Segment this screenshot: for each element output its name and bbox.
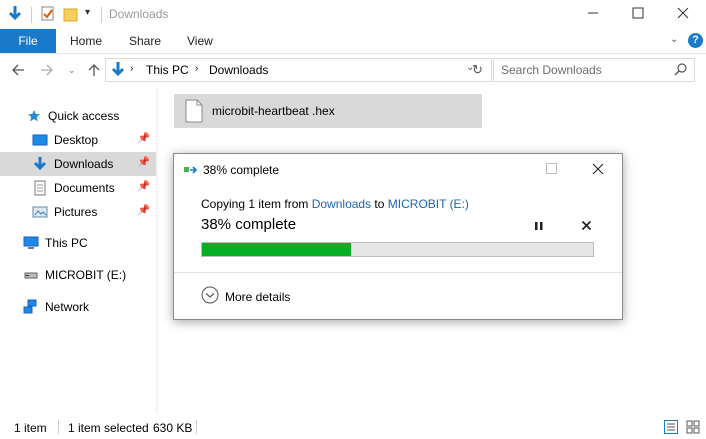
- more-details-label: More details: [225, 289, 291, 304]
- list-item[interactable]: microbit-heartbeat .hex: [174, 94, 482, 128]
- tab-file[interactable]: File: [0, 29, 56, 53]
- pause-button[interactable]: [534, 220, 544, 235]
- maximize-button[interactable]: [615, 0, 660, 28]
- breadcrumb-chevron-icon[interactable]: ›: [130, 63, 133, 74]
- sidebar-item-pictures[interactable]: Pictures 📌: [0, 200, 156, 224]
- file-icon: [185, 99, 203, 126]
- chevron-down-circle-icon: [201, 286, 219, 307]
- minimize-icon: [587, 6, 599, 22]
- status-bar: 1 item 1 item selected 630 KB: [0, 416, 706, 439]
- dialog-title: 38% complete: [203, 163, 280, 177]
- forward-arrow-icon[interactable]: [40, 63, 54, 80]
- progress-percent-text: 38% complete: [201, 216, 297, 233]
- pin-icon[interactable]: 📌: [138, 205, 150, 216]
- breadcrumb-downloads[interactable]: Downloads: [209, 63, 268, 77]
- progress-bar: [201, 242, 594, 257]
- new-folder-icon[interactable]: [63, 5, 79, 23]
- close-button[interactable]: [660, 0, 705, 28]
- sidebar-item-label: Desktop: [54, 133, 99, 147]
- up-arrow-icon[interactable]: [87, 63, 101, 80]
- computer-icon: [23, 235, 39, 251]
- customize-toolbar-icon[interactable]: ▾: [85, 7, 90, 18]
- sidebar-item-desktop[interactable]: Desktop 📌: [0, 128, 156, 152]
- pictures-icon: [32, 204, 48, 220]
- selection-size: 630 KB: [153, 421, 193, 435]
- downloads-folder-icon: [7, 5, 23, 23]
- divider: [31, 7, 32, 23]
- pin-icon[interactable]: 📌: [138, 133, 150, 144]
- tab-share[interactable]: Share: [129, 29, 161, 53]
- copy-icon: [183, 163, 199, 180]
- copy-description: Copying 1 item from Downloads to MICROBI…: [201, 197, 469, 211]
- downloads-icon: [32, 156, 48, 172]
- documents-icon: [32, 180, 48, 196]
- sidebar-item-label: Quick access: [48, 109, 120, 123]
- destination-link[interactable]: MICROBIT (E:): [388, 197, 469, 211]
- copy-progress-dialog: 38% complete Copying 1 item from Downloa…: [173, 153, 623, 320]
- details-view-icon[interactable]: [664, 420, 678, 437]
- pin-icon[interactable]: 📌: [138, 181, 150, 192]
- window-title: Downloads: [109, 7, 169, 21]
- dialog-maximize-icon: [546, 163, 557, 177]
- ribbon: File Home Share View ⌄ ?: [0, 29, 706, 54]
- sidebar-item-documents[interactable]: Documents 📌: [0, 176, 156, 200]
- cancel-copy-button[interactable]: [581, 220, 592, 234]
- divider: [58, 420, 59, 434]
- sidebar-item-drive[interactable]: MICROBIT (E:): [0, 263, 156, 287]
- source-link[interactable]: Downloads: [312, 197, 371, 211]
- address-bar[interactable]: › This PC › Downloads ⌄: [105, 58, 492, 82]
- large-icons-view-icon[interactable]: [686, 420, 700, 437]
- item-count: 1 item: [14, 421, 47, 435]
- downloads-location-icon: [110, 61, 126, 82]
- breadcrumb-this-pc[interactable]: This PC: [146, 63, 189, 77]
- selection-summary: 1 item selected: [68, 421, 149, 435]
- tab-home[interactable]: Home: [70, 29, 102, 53]
- maximize-icon: [632, 6, 644, 22]
- usb-drive-icon: [23, 267, 39, 283]
- sidebar-item-label: This PC: [45, 236, 88, 250]
- search-input[interactable]: Search Downloads: [493, 58, 695, 82]
- nav-pane-scrollbar[interactable]: [156, 88, 158, 414]
- network-icon: [23, 299, 39, 315]
- properties-icon[interactable]: [40, 5, 56, 23]
- back-arrow-icon[interactable]: [11, 63, 25, 80]
- sidebar-item-label: Pictures: [54, 205, 98, 219]
- sidebar-item-downloads[interactable]: Downloads 📌: [0, 152, 156, 176]
- desktop-icon: [32, 132, 48, 148]
- navigation-pane: Quick access Desktop 📌 Downloads 📌 Docum…: [0, 88, 158, 408]
- search-placeholder: Search Downloads: [501, 63, 602, 77]
- star-icon: [26, 108, 42, 124]
- sidebar-item-network[interactable]: Network: [0, 295, 156, 319]
- refresh-icon[interactable]: ↻: [472, 62, 483, 78]
- sidebar-item-label: Documents: [54, 181, 115, 195]
- ribbon-expand-chevron-icon[interactable]: ⌄: [670, 34, 678, 45]
- more-details-button[interactable]: More details: [201, 286, 290, 307]
- sidebar-item-label: Downloads: [54, 157, 114, 171]
- divider: [491, 59, 492, 81]
- divider: [196, 420, 197, 434]
- dialog-close-button[interactable]: [592, 163, 604, 178]
- sidebar-item-quick-access[interactable]: Quick access: [0, 104, 156, 128]
- help-icon[interactable]: ?: [688, 33, 703, 48]
- divider: [174, 272, 622, 273]
- sidebar-item-label: Network: [45, 300, 90, 314]
- copy-to-word: to: [371, 197, 388, 211]
- minimize-button[interactable]: [570, 0, 615, 28]
- sidebar-item-this-pc[interactable]: This PC: [0, 231, 156, 255]
- title-bar: ▾ Downloads: [0, 0, 706, 29]
- breadcrumb-chevron-icon[interactable]: ›: [195, 63, 198, 74]
- progress-fill: [202, 243, 351, 256]
- sidebar-item-label: MICROBIT (E:): [45, 268, 127, 282]
- copy-prefix: Copying 1 item from: [201, 197, 312, 211]
- file-name: microbit-heartbeat .hex: [212, 104, 335, 118]
- pin-icon[interactable]: 📌: [138, 157, 150, 168]
- divider: [101, 7, 102, 23]
- recent-locations-chevron-icon[interactable]: ⌄: [68, 65, 76, 76]
- close-icon: [677, 6, 689, 22]
- tab-view[interactable]: View: [187, 29, 213, 53]
- search-icon[interactable]: [674, 62, 688, 79]
